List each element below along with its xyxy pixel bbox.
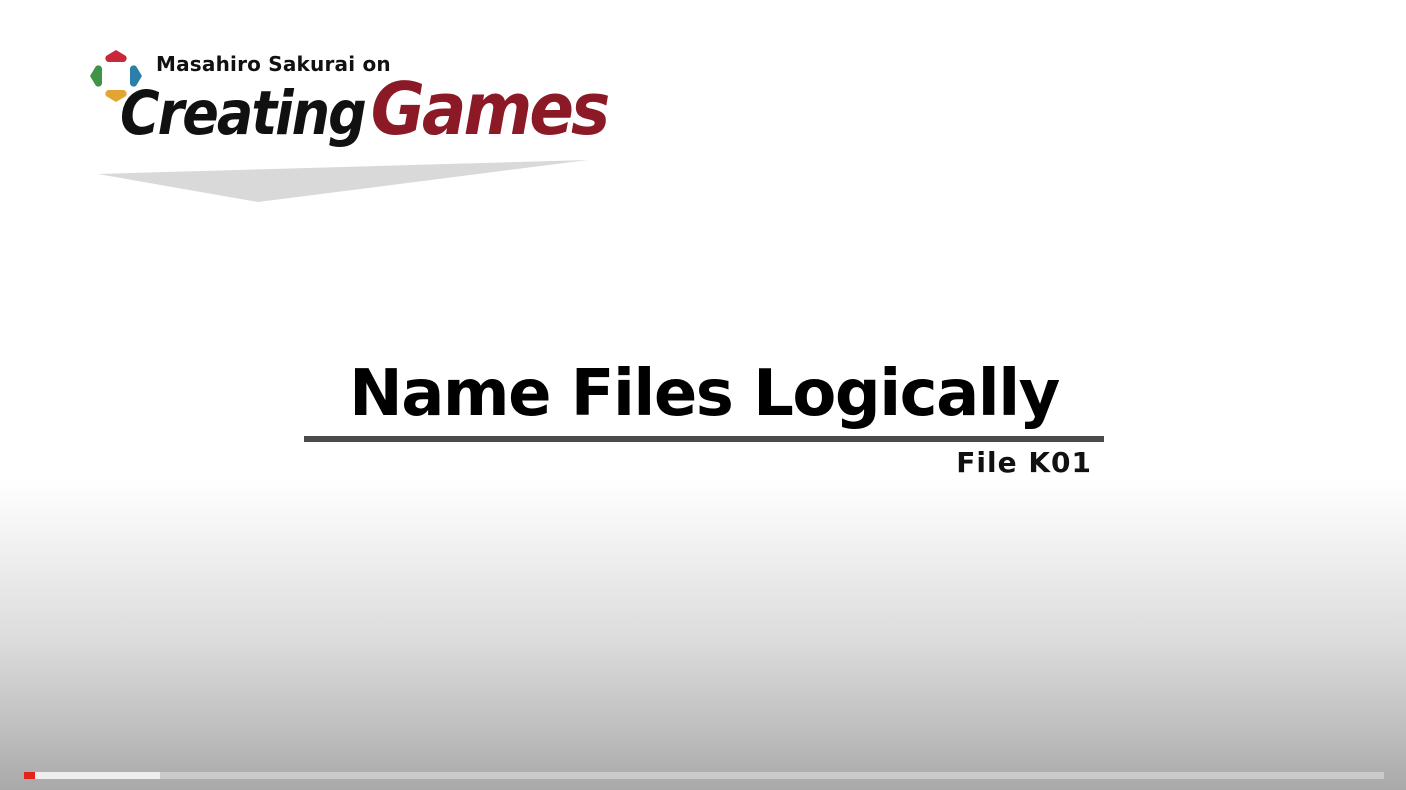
logo-banner-shape <box>98 160 588 202</box>
episode-file-id: File K01 <box>956 446 1092 479</box>
episode-title: Name Files Logically <box>349 357 1060 431</box>
logo-title-games: Games <box>370 66 611 152</box>
title-underline <box>304 436 1104 442</box>
series-logo: Masahiro Sakurai on CreatingGames <box>80 40 610 210</box>
logo-owner-text: Masahiro Sakurai on <box>156 52 391 76</box>
video-frame[interactable]: Masahiro Sakurai on CreatingGames Name F… <box>0 0 1406 790</box>
logo-title-creating: Creating <box>120 77 367 149</box>
progress-played <box>24 772 35 779</box>
dpad-left-shape <box>90 65 102 87</box>
progress-buffered <box>24 772 160 779</box>
dpad-up-shape <box>105 50 127 62</box>
video-progress-bar[interactable] <box>24 772 1384 779</box>
logo-title: CreatingGames <box>120 73 610 149</box>
